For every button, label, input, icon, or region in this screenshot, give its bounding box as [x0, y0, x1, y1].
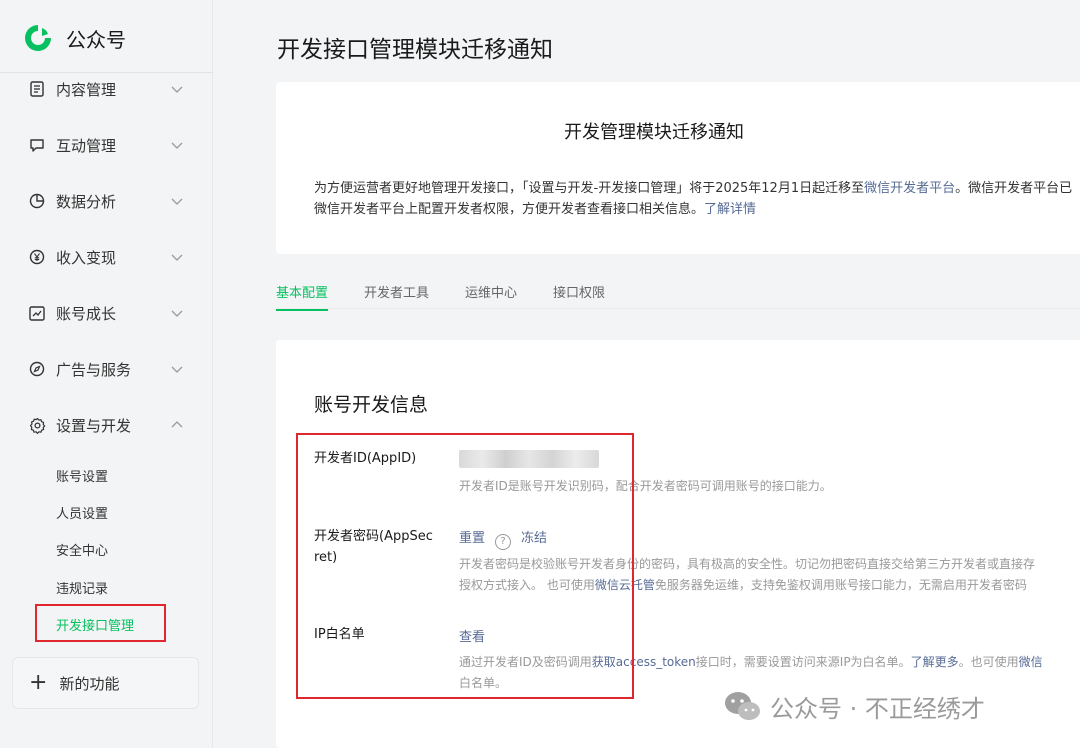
sidebar-item-label: 互动管理 — [56, 136, 117, 155]
sidebar-subitem-security-center[interactable]: 安全中心 — [56, 540, 108, 559]
yen-icon — [28, 248, 46, 266]
plus-icon: + — [29, 670, 48, 695]
page-title: 开发接口管理模块迁移通知 — [277, 37, 553, 63]
section-title: 账号开发信息 — [314, 394, 429, 416]
sidebar-subitem-account-settings[interactable]: 账号设置 — [56, 466, 108, 485]
sidebar-item-label: 内容管理 — [56, 80, 117, 99]
notice-line2-a: 微信开发者平台上配置开发者权限，方便开发者查看接口相关信息。 — [314, 202, 705, 217]
sidebar: 公众号 内容管理 互动管理 数据分析 收入变现 账号成长 广告与服务 设置与开发… — [0, 0, 213, 748]
wechat-link[interactable]: 微信 — [1019, 655, 1043, 669]
learn-details-link[interactable]: 了解详情 — [704, 202, 756, 217]
chevron-down-icon — [171, 366, 183, 373]
tab-api-permissions[interactable]: 接口权限 — [553, 282, 605, 311]
sidebar-item-ads-services[interactable]: 广告与服务 — [0, 349, 213, 389]
tab-bar: 基本配置 开发者工具 运维中心 接口权限 — [276, 282, 641, 311]
trend-icon — [28, 304, 46, 322]
tab-basic-config[interactable]: 基本配置 — [276, 282, 329, 311]
sidebar-item-label: 设置与开发 — [56, 416, 132, 435]
chat-icon — [28, 136, 46, 154]
sidebar-item-label: 广告与服务 — [56, 360, 132, 379]
sidebar-item-monetization[interactable]: 收入变现 — [0, 237, 213, 277]
sidebar-item-interaction[interactable]: 互动管理 — [0, 125, 213, 165]
wechat-official-logo-icon — [25, 25, 51, 51]
app-name: 公众号 — [66, 27, 126, 52]
sidebar-subitem-violation-records[interactable]: 违规记录 — [56, 578, 108, 597]
chevron-down-icon — [171, 254, 183, 261]
document-icon — [28, 80, 46, 98]
chevron-down-icon — [171, 86, 183, 93]
sidebar-item-settings-dev[interactable]: 设置与开发 — [0, 405, 213, 445]
chevron-down-icon — [171, 310, 183, 317]
sidebar-subitem-dev-interface[interactable]: 开发接口管理 — [56, 615, 134, 634]
notice-line1-b: 。微信开发者平台已 — [955, 181, 1073, 196]
notice-text: 为方便运营者更好地管理开发接口，「设置与开发-开发接口管理」将于2025年12月… — [314, 178, 1072, 220]
chevron-up-icon — [171, 421, 183, 428]
learn-more-link[interactable]: 了解更多 — [911, 655, 959, 669]
pie-chart-icon — [28, 192, 46, 210]
chevron-down-icon — [171, 142, 183, 149]
ip-desc-c: 。也可使用 — [958, 655, 1019, 669]
tab-divider — [276, 308, 1080, 309]
sidebar-item-growth[interactable]: 账号成长 — [0, 293, 213, 333]
logo[interactable]: 公众号 — [22, 22, 126, 54]
gear-icon — [28, 416, 46, 434]
ip-desc-b: 接口时，需要设置访问来源IP为白名单。 — [695, 655, 911, 669]
highlight-box-dev-info — [296, 433, 634, 699]
watermark-text: 公众号 · 不正经绣才 — [770, 694, 985, 723]
chevron-down-icon — [171, 198, 183, 205]
tab-dev-tools[interactable]: 开发者工具 — [364, 282, 429, 311]
new-feature-button[interactable]: + 新的功能 — [12, 657, 199, 709]
appsecret-desc-line2-b: 免服务器免运维，支持免鉴权调用账号接口能力，无需启用开发者密码 — [654, 578, 1027, 592]
notice-line1-a: 为方便运营者更好地管理开发接口，「设置与开发-开发接口管理」将于2025年12月… — [314, 181, 865, 196]
notice-card: 开发管理模块迁移通知 为方便运营者更好地管理开发接口，「设置与开发-开发接口管理… — [276, 82, 1080, 254]
wechat-icon — [725, 692, 760, 720]
sidebar-item-label: 账号成长 — [56, 304, 117, 323]
sidebar-item-analytics[interactable]: 数据分析 — [0, 181, 213, 221]
sidebar-subitem-member-settings[interactable]: 人员设置 — [56, 503, 108, 522]
watermark: 公众号 · 不正经绣才 — [722, 688, 985, 724]
compass-icon — [28, 360, 46, 378]
dev-platform-link[interactable]: 微信开发者平台 — [864, 181, 955, 196]
notice-title: 开发管理模块迁移通知 — [564, 122, 744, 143]
new-feature-label: 新的功能 — [59, 674, 120, 693]
tab-ops-center[interactable]: 运维中心 — [465, 282, 517, 311]
sidebar-item-content[interactable]: 内容管理 — [0, 69, 213, 109]
sidebar-item-label: 收入变现 — [56, 248, 117, 267]
sidebar-item-label: 数据分析 — [56, 192, 117, 211]
